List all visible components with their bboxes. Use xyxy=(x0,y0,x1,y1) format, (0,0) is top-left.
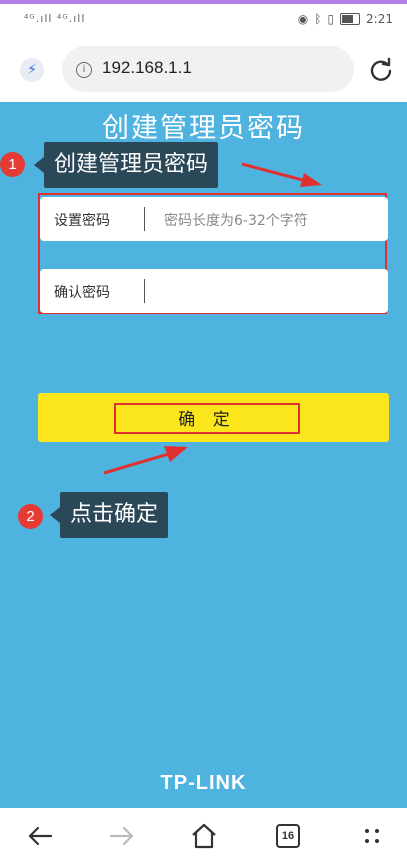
tab-count-icon: 16 xyxy=(276,824,300,848)
clock: 2:21 xyxy=(366,12,393,26)
step-2-badge: 2 xyxy=(18,504,43,529)
field-divider xyxy=(144,279,145,303)
home-button[interactable] xyxy=(186,818,222,854)
set-password-label: 设置密码 xyxy=(54,213,110,229)
page-title: 创建管理员密码 xyxy=(102,113,305,144)
status-icons: ◉ ᛒ ▯ 2:21 xyxy=(298,12,393,26)
vibrate-icon: ▯ xyxy=(327,12,335,26)
back-button[interactable] xyxy=(22,818,58,854)
forward-arrow-icon xyxy=(109,826,134,846)
confirm-password-label: 确认密码 xyxy=(54,285,110,301)
set-password-field[interactable]: 设置密码 密码长度为6-32个字符 xyxy=(40,197,388,241)
status-bar: ⁴ᴳ.ıll ⁴ᴳ.ıll ◉ ᛒ ▯ 2:21 xyxy=(0,4,407,36)
bluetooth-icon: ᛒ xyxy=(314,12,322,26)
battery-icon xyxy=(340,13,361,25)
step-2-callout: 点击确定 xyxy=(49,492,169,538)
back-arrow-icon xyxy=(28,826,53,846)
lightning-icon[interactable]: ⚡ xyxy=(20,58,44,82)
eye-icon: ◉ xyxy=(297,12,309,26)
info-icon[interactable]: i xyxy=(76,62,92,78)
tplink-logo: TP-LINK xyxy=(160,772,247,794)
home-icon xyxy=(192,823,216,849)
step-1-badge: 1 xyxy=(0,152,25,177)
menu-button[interactable] xyxy=(354,818,390,854)
arrow-icon xyxy=(241,162,322,187)
confirm-password-field[interactable]: 确认密码 xyxy=(40,269,388,313)
url-text[interactable]: 192.168.1.1 xyxy=(102,58,192,78)
signal-indicators: ⁴ᴳ.ıll ⁴ᴳ.ıll xyxy=(24,12,86,25)
forward-button[interactable] xyxy=(104,818,140,854)
reload-icon[interactable] xyxy=(368,57,394,83)
confirm-button-label[interactable]: 确 定 xyxy=(114,405,300,430)
menu-dots-icon xyxy=(365,829,379,843)
step-1-callout: 创建管理员密码 xyxy=(33,142,219,188)
arrow-icon xyxy=(103,446,188,475)
tabs-button[interactable]: 16 xyxy=(270,818,306,854)
field-divider xyxy=(144,207,145,231)
set-password-input[interactable]: 密码长度为6-32个字符 xyxy=(164,210,308,230)
